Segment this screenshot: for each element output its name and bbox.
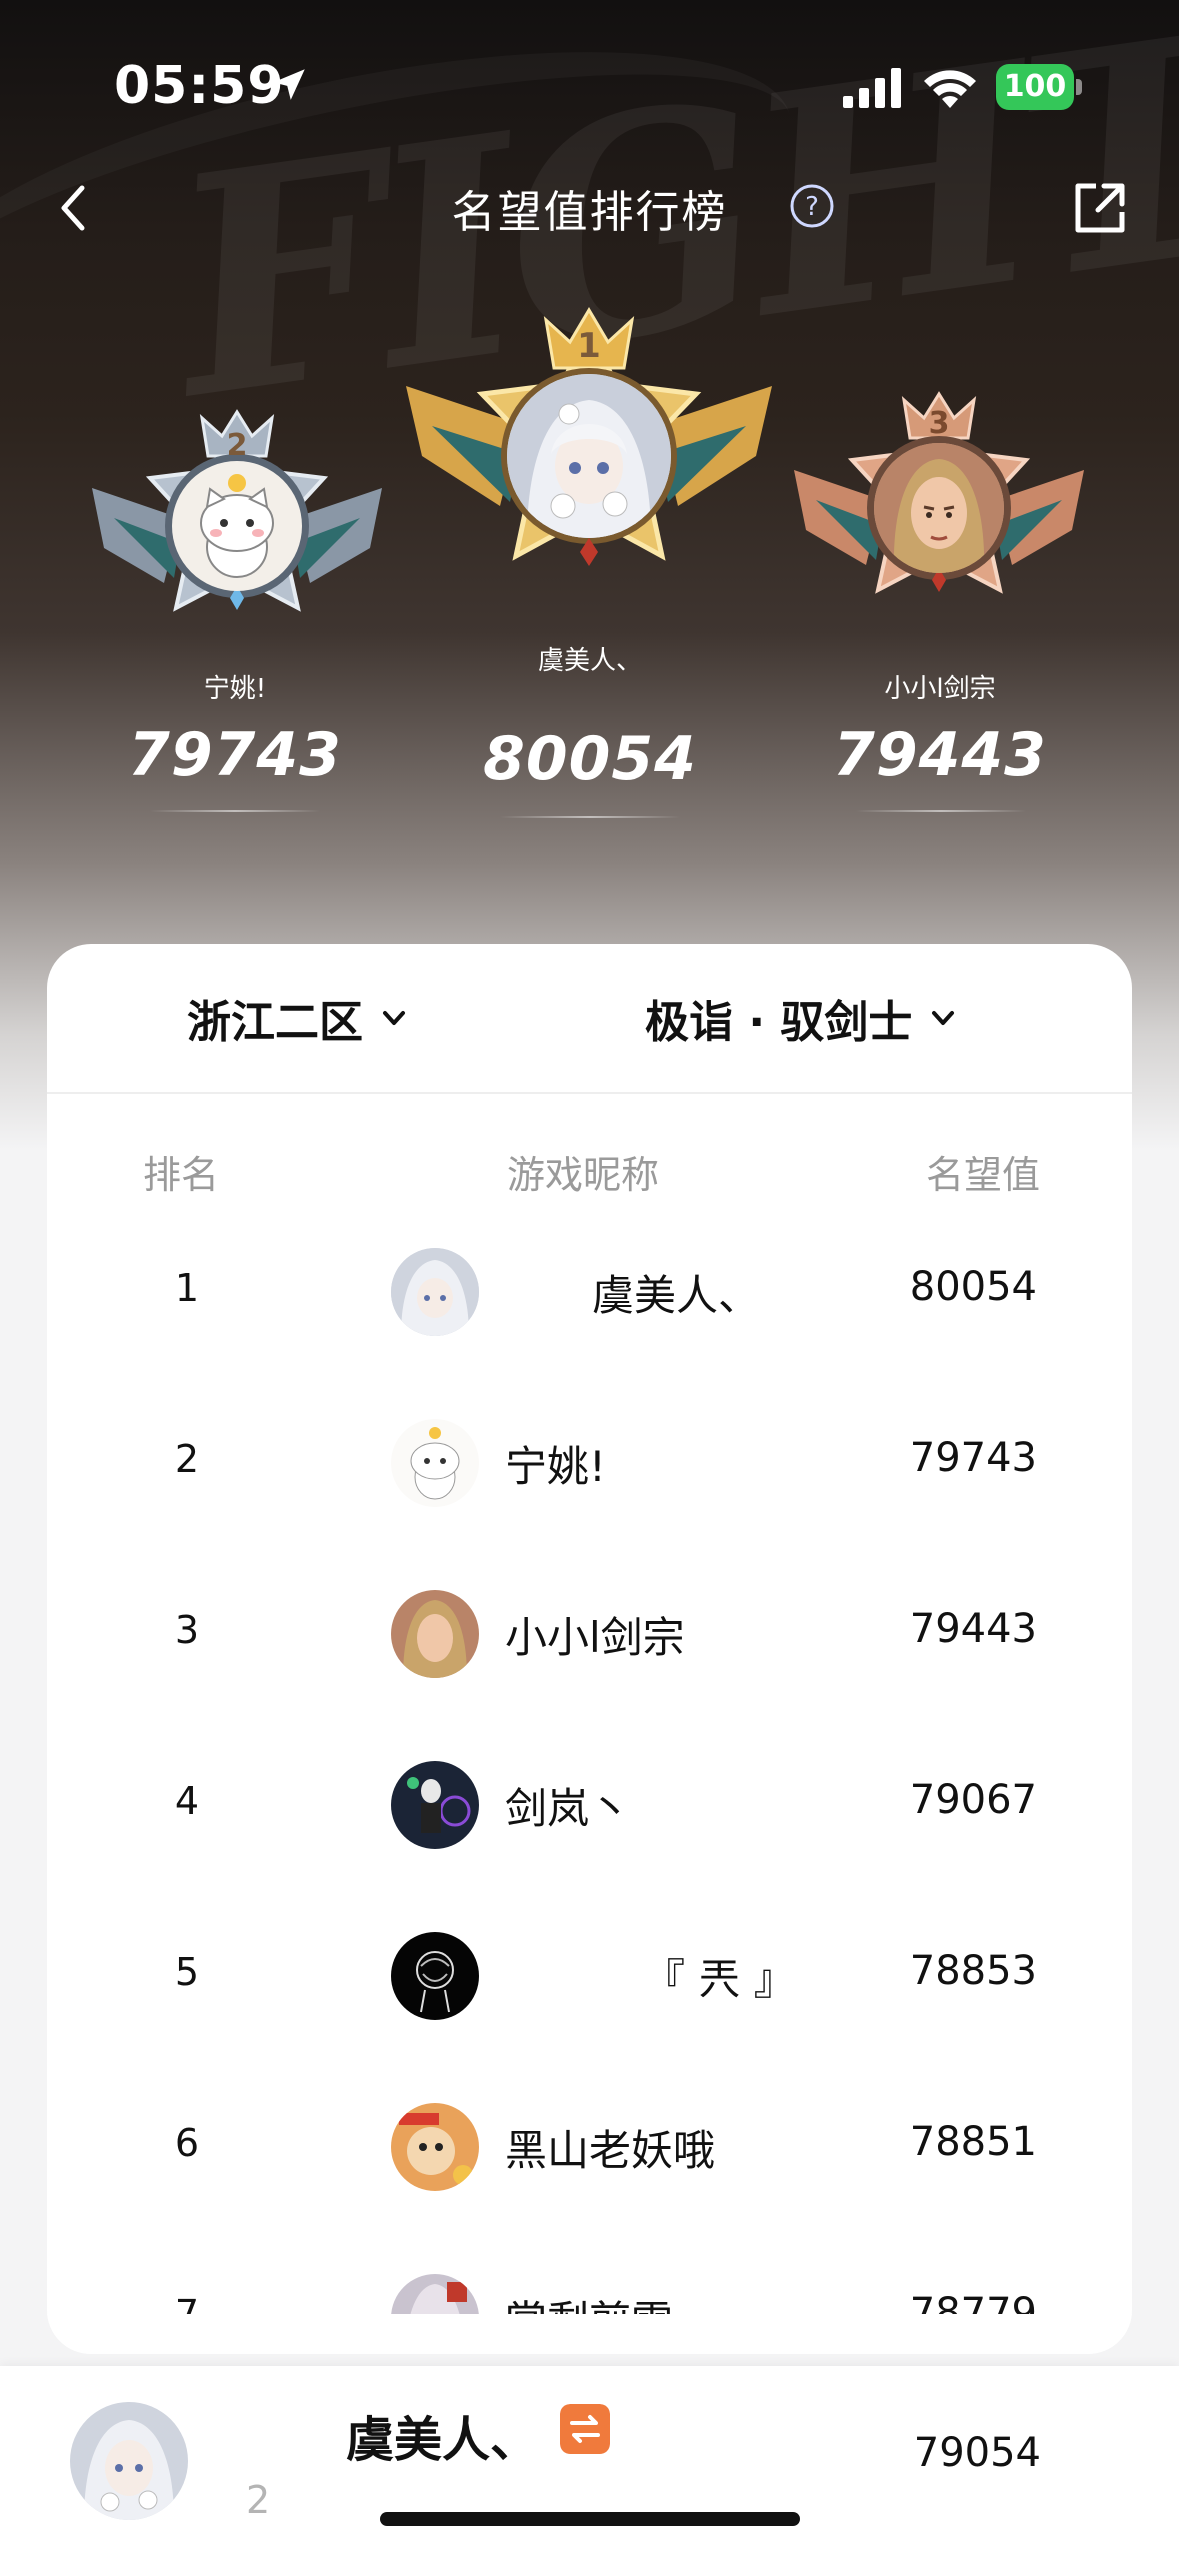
- battery-icon: 100: [996, 64, 1082, 110]
- row-name: 剑岚丶: [505, 1784, 632, 1833]
- table-header: 排名 游戏昵称 名望值: [47, 1144, 1132, 1204]
- podium-score-first: 80054: [483, 724, 697, 794]
- row-name: 虞美人、: [592, 1271, 761, 1320]
- avatar: [391, 1932, 479, 2020]
- leaderboard-card: 浙江二区 极诣 · 驭剑士 排名 游戏昵称 名望值 1 虞美人、 80054 2: [47, 944, 1132, 2354]
- avatar: [172, 461, 302, 591]
- header-score: 名望值: [925, 1153, 1040, 1197]
- server-filter[interactable]: 浙江二区: [187, 986, 411, 1050]
- woman-portrait-avatar-icon: [874, 443, 1004, 573]
- row-name: 『 兲 』: [643, 1955, 796, 2004]
- page-title: 名望值排行榜: [451, 187, 728, 238]
- avatar: [391, 1248, 479, 1336]
- header-rank: 排名: [143, 1153, 220, 1197]
- anime-girl-avatar-icon: [507, 374, 671, 538]
- row-name: 黑山老妖哦: [505, 2126, 716, 2175]
- row-rank: 2: [174, 1437, 200, 1481]
- svg-text:?: ?: [805, 192, 819, 222]
- podium-underline-third: [856, 810, 1026, 812]
- row-name: 小小l剑宗: [505, 1613, 685, 1662]
- podium-name-third: 小小l剑宗: [884, 674, 996, 704]
- avatar: [391, 1419, 479, 1507]
- server-filter-label: 浙江二区: [187, 997, 363, 1048]
- table-row[interactable]: 6 黑山老妖哦 78851: [47, 2061, 1132, 2232]
- row-score: 79443: [909, 1606, 1037, 1652]
- podium-badge-third[interactable]: 3: [786, 390, 1092, 622]
- status-bar: 05:59 100: [0, 0, 1179, 170]
- wifi-icon: [924, 70, 976, 108]
- podium-badge-first[interactable]: 1: [400, 306, 778, 596]
- table-row[interactable]: 3 小小l剑宗 79443: [47, 1548, 1132, 1719]
- podium-name-first: 虞美人、: [537, 646, 642, 676]
- battery-level: 100: [1003, 69, 1067, 104]
- help-icon[interactable]: ?: [788, 182, 836, 230]
- avatar[interactable]: [70, 2402, 188, 2520]
- cat-avatar-icon: [200, 474, 274, 578]
- location-arrow-icon: [273, 69, 305, 100]
- signal-icon: [843, 68, 901, 108]
- row-rank: 4: [174, 1779, 200, 1823]
- share-icon[interactable]: [1070, 178, 1130, 238]
- status-time: 05:59: [114, 56, 285, 116]
- podium-score-third: 79443: [833, 720, 1047, 790]
- podium-score-second: 79743: [128, 720, 342, 790]
- row-rank: 1: [174, 1266, 200, 1310]
- my-rank: 2: [246, 2478, 271, 2522]
- chevron-down-icon: [383, 1011, 405, 1025]
- row-rank: 5: [174, 1950, 200, 1994]
- podium-badge-second[interactable]: 2: [84, 408, 390, 640]
- avatar: [391, 1590, 479, 1678]
- header-nickname: 游戏昵称: [507, 1153, 660, 1197]
- my-score: 79054: [913, 2430, 1041, 2476]
- row-score: 78851: [909, 2119, 1037, 2165]
- avatar: [391, 2103, 479, 2191]
- podium-underline-second: [150, 810, 320, 812]
- podium-rank-second: 2: [226, 428, 248, 463]
- table-row[interactable]: 2 宁姚! 79743: [47, 1377, 1132, 1548]
- row-score: 79743: [909, 1435, 1037, 1481]
- row-score: 79067: [909, 1777, 1037, 1823]
- avatar: [391, 1761, 479, 1849]
- avatar: [507, 374, 671, 538]
- avatar: [874, 443, 1004, 573]
- card-bottom-edge: [47, 2314, 1132, 2354]
- my-name: 虞美人、: [346, 2412, 539, 2468]
- row-name: 宁姚!: [505, 1442, 606, 1491]
- row-rank: 6: [174, 2121, 200, 2165]
- table-row[interactable]: 1 虞美人、 80054: [47, 1206, 1132, 1377]
- class-filter[interactable]: 极诣 · 驭剑士: [645, 986, 960, 1050]
- podium-name-second: 宁姚!: [203, 674, 267, 704]
- chevron-down-icon: [932, 1011, 955, 1025]
- my-rank-bar[interactable]: 虞美人、 2 79054: [0, 2366, 1179, 2556]
- row-score: 78853: [909, 1948, 1037, 1994]
- row-score: 80054: [909, 1264, 1037, 1310]
- table-row[interactable]: 4 剑岚丶 79067: [47, 1719, 1132, 1890]
- filter-row: 浙江二区 极诣 · 驭剑士: [47, 944, 1132, 1094]
- podium-rank-third: 3: [928, 406, 950, 441]
- row-rank: 3: [174, 1608, 200, 1652]
- home-indicator: [380, 2512, 800, 2526]
- table-row[interactable]: 5 『 兲 』 78853: [47, 1890, 1132, 2061]
- podium-underline-first: [500, 816, 680, 818]
- switch-icon[interactable]: [560, 2404, 610, 2454]
- podium-rank-first: 1: [577, 326, 601, 366]
- class-filter-label: 极诣 · 驭剑士: [645, 997, 913, 1048]
